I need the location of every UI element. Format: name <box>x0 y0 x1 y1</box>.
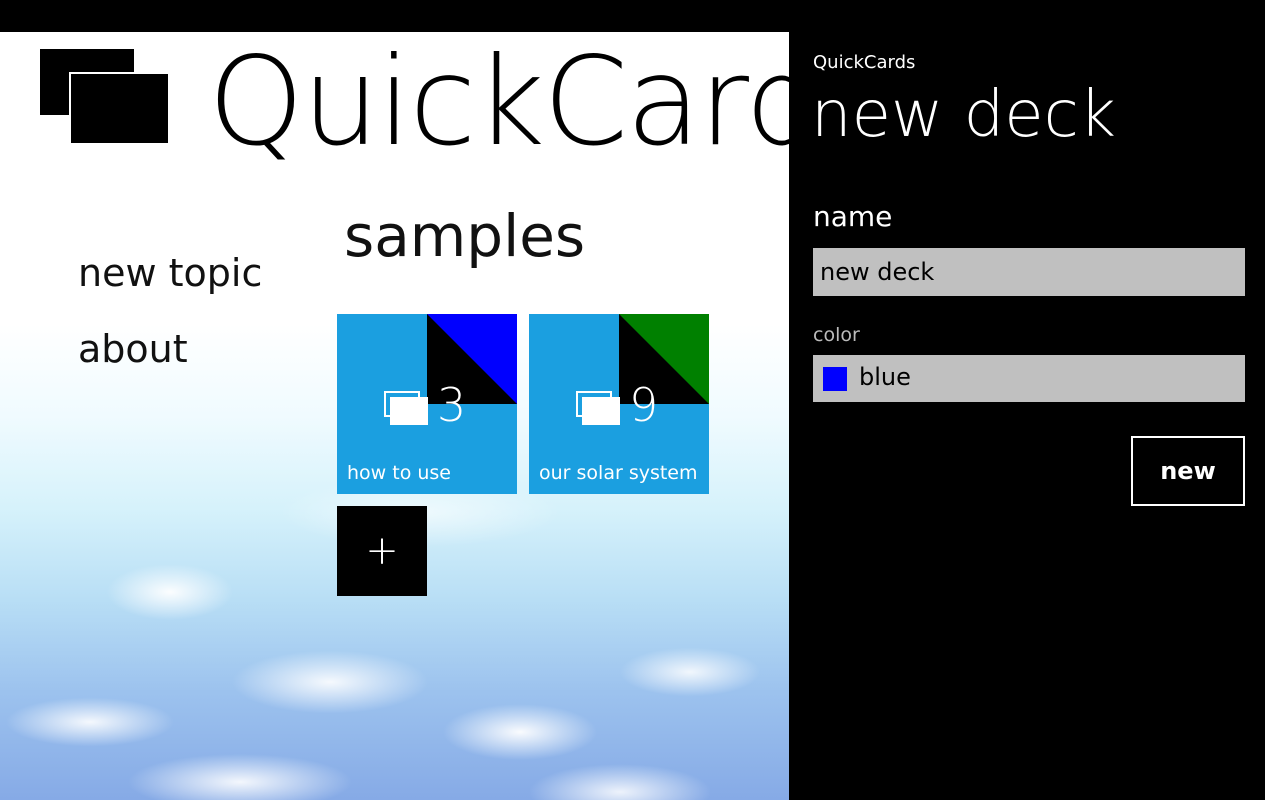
deck-label: how to use <box>347 462 451 484</box>
flyout-app-name: QuickCards <box>813 52 916 73</box>
nav-item-new-topic[interactable]: new topic <box>78 251 262 295</box>
flyout-title: new deck <box>811 78 1116 152</box>
color-selected-value: blue <box>859 363 911 391</box>
add-deck-button[interactable]: + <box>337 506 427 596</box>
main-area: QuickCards new topic about samples 3 how… <box>0 32 789 800</box>
deck-name-input[interactable] <box>813 248 1245 296</box>
color-label: color <box>813 324 860 346</box>
new-deck-button[interactable]: new <box>1131 436 1245 506</box>
deck-tile-how-to-use[interactable]: 3 how to use <box>337 314 517 494</box>
new-deck-flyout: QuickCards new deck name color blue new <box>789 0 1265 800</box>
section-title: samples <box>344 202 586 270</box>
deck-icon <box>576 391 620 425</box>
app-logo-icon <box>40 49 168 143</box>
name-label: name <box>813 200 893 233</box>
card-count: 9 <box>629 378 659 432</box>
deck-label: our solar system <box>539 462 698 484</box>
color-select[interactable]: blue <box>813 355 1245 402</box>
deck-tile-our-solar-system[interactable]: 9 our solar system <box>529 314 709 494</box>
color-swatch-icon <box>823 367 847 391</box>
app-title: QuickCards <box>208 32 789 173</box>
nav-item-about[interactable]: about <box>78 327 188 371</box>
card-count: 3 <box>437 378 467 432</box>
deck-icon <box>384 391 428 425</box>
